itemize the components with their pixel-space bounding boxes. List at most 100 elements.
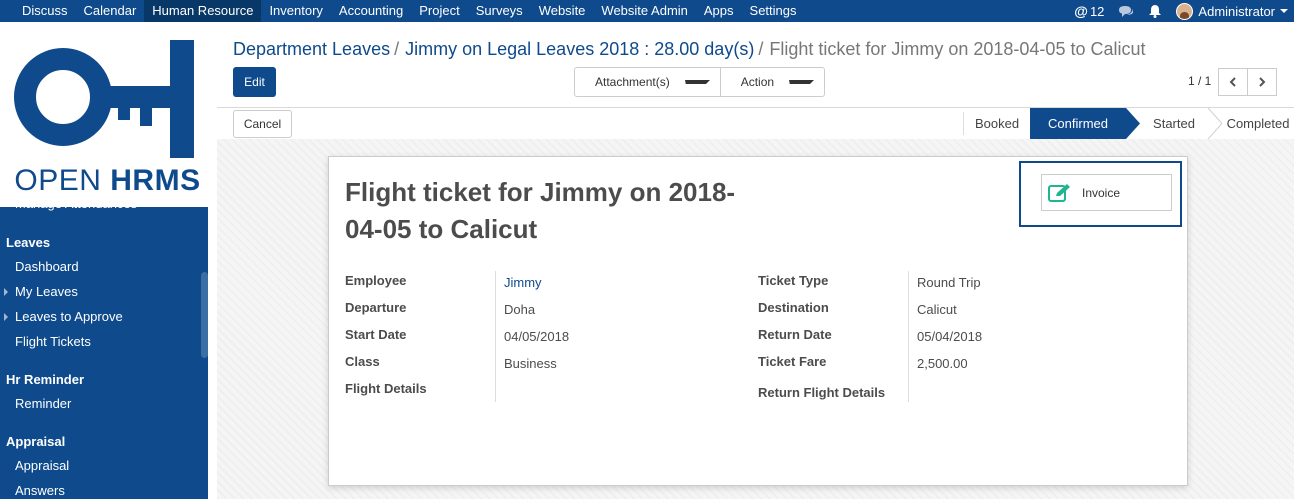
return-flight-details-label: Return Flight Details [758,385,886,400]
menu-surveys[interactable]: Surveys [468,0,531,22]
edit-button[interactable]: Edit [233,67,276,97]
sidebar-item-answers[interactable]: Answers [15,483,65,498]
departure-value: Doha [504,302,536,317]
sidebar-item-label: My Leaves [15,284,78,299]
stage-divider [963,112,964,135]
stage-completed[interactable]: Completed [1222,108,1294,139]
chevron-down-icon [1280,9,1288,13]
class-value: Business [504,356,557,371]
sidebar-item-leaves-to-approve[interactable]: Leaves to Approve [4,309,123,324]
form-sheet: Invoice Flight ticket for Jimmy on 2018-… [328,156,1188,486]
start-date-value: 04/05/2018 [504,329,570,344]
departure-label: Departure [345,300,407,315]
breadcrumb: Department Leaves / Jimmy on Legal Leaves … [233,39,1145,60]
record-title: Flight ticket for Jimmy on 2018- 04-05 t… [345,174,765,248]
menu-website-admin[interactable]: Website Admin [593,0,695,22]
menu-settings[interactable]: Settings [742,0,805,22]
sidebar-item-reminder[interactable]: Reminder [15,396,71,411]
attachments-dropdown[interactable]: Attachment(s) [575,68,720,96]
button-box: Invoice [1019,161,1182,227]
user-menu[interactable]: Administrator [1176,2,1288,20]
class-label: Class [345,354,380,369]
user-name: Administrator [1198,3,1275,19]
attachments-label: Attachment(s) [595,75,670,89]
sidebar-section-appraisal: Appraisal [6,434,66,449]
statusbar: Cancel Booked Confirmed Started Complete… [217,107,1294,140]
field-divider [495,271,496,402]
mentions-count: 12 [1089,3,1105,19]
logo-mark-icon [14,40,194,158]
edit-invoice-icon [1048,183,1070,202]
pager-buttons [1218,68,1277,96]
app-menu: Discuss Calendar Human Resource Inventor… [14,0,805,22]
record-title-line2: 04-05 to Calicut [345,214,538,244]
breadcrumb-separator: / [758,39,764,59]
flight-details-label: Flight Details [345,381,427,396]
chevron-right-icon [1259,77,1266,87]
avatar [1176,2,1194,20]
brand-open: OPEN [14,164,102,197]
menu-human-resource[interactable]: Human Resource [144,0,262,22]
systray: @ 12 Administrator [1060,0,1288,22]
brand-hrms: HRMS [110,164,201,197]
employee-label: Employee [345,273,407,288]
chevron-down-icon [789,80,815,84]
sidebar-item-flight-tickets[interactable]: Flight Tickets [15,334,91,349]
sidebar-actions: Attachment(s) Action [574,67,826,97]
ticket-type-value: Round Trip [917,275,981,290]
sidebar-item-my-leaves[interactable]: My Leaves [4,284,78,299]
sidebar-item-label: Leaves to Approve [15,309,123,324]
sidebar-section-hr-reminder: Hr Reminder [6,372,85,387]
sidebar: Manage Attendances OPEN HRMS Leaves Dash… [0,22,208,499]
sidebar-scrollbar[interactable] [201,272,208,358]
pager-value: 1 / 1 [1188,74,1212,88]
return-date-label: Return Date [758,327,832,342]
ticket-fare-value: 2,500.00 [917,356,968,371]
action-dropdown[interactable]: Action [719,68,824,96]
mentions-indicator[interactable]: @ 12 [1074,3,1104,19]
caret-right-icon [4,288,8,296]
invoice-button[interactable]: Invoice [1041,174,1172,211]
start-date-label: Start Date [345,327,407,342]
stage-confirmed[interactable]: Confirmed [1030,108,1126,139]
breadcrumb-separator: / [394,39,400,59]
bell-icon[interactable] [1148,4,1162,18]
caret-right-icon [4,313,8,321]
menu-calendar[interactable]: Calendar [76,0,145,22]
destination-value: Calicut [917,302,957,317]
chevron-down-icon [684,80,710,84]
breadcrumb-current: Flight ticket for Jimmy on 2018-04-05 to… [769,39,1146,59]
top-navbar: Discuss Calendar Human Resource Inventor… [0,0,1294,22]
breadcrumb-legal-leaves[interactable]: Jimmy on Legal Leaves 2018 : 28.00 day(s… [405,39,754,59]
menu-accounting[interactable]: Accounting [331,0,411,22]
menu-project[interactable]: Project [411,0,467,22]
chat-icon[interactable] [1118,5,1134,18]
stage-started[interactable]: Started [1140,108,1208,139]
record-title-line1: Flight ticket for Jimmy on 2018- [345,177,736,207]
employee-value[interactable]: Jimmy [504,275,542,290]
sidebar-item-appraisal[interactable]: Appraisal [15,458,69,473]
sidebar-section-leaves: Leaves [6,235,51,250]
menu-discuss[interactable]: Discuss [14,0,76,22]
pager-previous-button[interactable] [1218,68,1248,96]
breadcrumb-department-leaves[interactable]: Department Leaves [233,39,390,59]
cancel-button[interactable]: Cancel [233,110,292,138]
action-label: Action [740,75,775,89]
logo: OPEN HRMS [0,22,208,207]
field-divider [908,271,909,402]
at-icon: @ [1074,3,1088,19]
return-date-value: 05/04/2018 [917,329,983,344]
ticket-fare-label: Ticket Fare [758,354,827,369]
brand-text: OPEN HRMS [0,164,208,198]
menu-inventory[interactable]: Inventory [261,0,330,22]
stage-arrow-icon [1208,108,1222,139]
sidebar-item-dashboard[interactable]: Dashboard [15,259,79,274]
pager-next-button[interactable] [1248,68,1277,96]
stage-arrow-icon [1126,108,1140,139]
destination-label: Destination [758,300,829,315]
menu-website[interactable]: Website [531,0,594,22]
ticket-type-label: Ticket Type [758,273,829,288]
menu-apps[interactable]: Apps [696,0,742,22]
status-stages: Booked Confirmed Started Completed [963,108,1294,139]
stage-booked[interactable]: Booked [964,108,1030,139]
